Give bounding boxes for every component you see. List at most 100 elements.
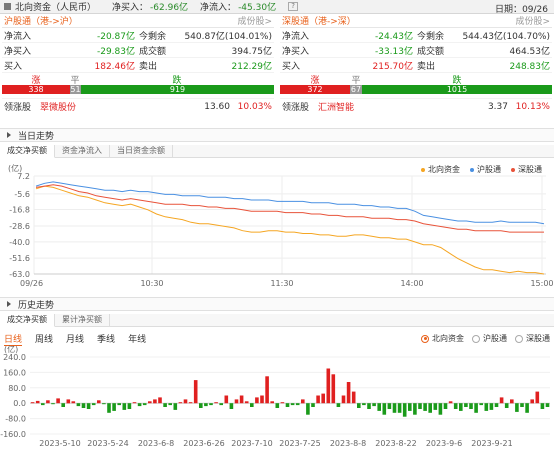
net-buy-label: 净买入： <box>112 3 149 13</box>
y-tick-label: 80.0 <box>8 384 26 393</box>
bar <box>35 400 40 404</box>
summary-bar: 北向资金（人民币） 净买入： -62.96亿 净流入： -45.30亿 ? 日期… <box>0 0 554 15</box>
bar <box>117 403 121 406</box>
y-tick-label: 160.0 <box>3 368 26 377</box>
bar <box>479 403 483 406</box>
bar <box>219 403 223 406</box>
lead-label: 领涨股 <box>282 103 310 113</box>
bar <box>209 403 213 406</box>
y-tick-label: -16.8 <box>9 206 30 215</box>
sz-constituents-link[interactable]: 成份股> <box>515 14 550 27</box>
radio-icon <box>421 334 429 343</box>
bar <box>199 403 203 408</box>
bar <box>504 403 509 408</box>
sz-value: 248.83亿 <box>509 61 551 72</box>
sz-breadth-bar: 372 67 1015 <box>280 85 552 94</box>
bar <box>321 393 325 404</box>
bar <box>122 403 127 410</box>
x-tick-label: 2023-8-22 <box>375 439 416 448</box>
sh-row-2: 买入 182.46亿 卖出 212.29亿 <box>2 58 274 73</box>
tab-net-inflow[interactable]: 资金净流入 <box>55 145 110 158</box>
sz-value: -24.43亿 <box>374 31 413 42</box>
bar <box>193 380 198 404</box>
x-tick-label: 14:00 <box>400 279 423 288</box>
bar <box>331 374 336 404</box>
sh-constituents-link[interactable]: 成份股> <box>237 14 272 27</box>
intraday-tabs: 成交净买额 资金净流入 当日资金余额 <box>0 145 554 158</box>
lead-change: 10.13% <box>515 101 550 112</box>
help-icon[interactable]: ? <box>288 2 299 11</box>
x-tick-label: 2023-6-26 <box>183 439 224 448</box>
sh-panel-title: 沪股通（港->沪） <box>4 17 78 27</box>
lead-name[interactable]: 翠微股份 <box>40 100 110 113</box>
bar <box>484 403 489 411</box>
bar <box>86 403 91 409</box>
bar <box>51 403 55 405</box>
lead-price: 3.37 <box>487 101 508 112</box>
bar <box>234 399 239 404</box>
sz-key: 卖出 <box>417 61 436 72</box>
sh-value: -29.83亿 <box>96 46 135 57</box>
bar <box>173 403 178 410</box>
x-tick-label: 2023-6-8 <box>138 439 174 448</box>
sh-key: 净流入 <box>4 31 32 42</box>
intraday-title: 当日走势 <box>18 131 55 142</box>
tab-net-buy-history[interactable]: 成交净买额 <box>0 314 55 327</box>
series-line <box>35 181 545 225</box>
x-tick-label: 11:30 <box>270 279 293 288</box>
tab-net-buy[interactable]: 成交净买额 <box>0 145 55 158</box>
bar <box>214 402 218 404</box>
bar <box>402 403 407 417</box>
y-tick-label: -80.0 <box>5 415 26 424</box>
y-tick-label: -40.0 <box>9 238 30 247</box>
sh-breadth-labels: 涨 平 跌 <box>2 73 274 86</box>
tab-cumulative[interactable]: 累计净买额 <box>55 314 110 327</box>
bar <box>76 403 81 407</box>
bar <box>443 403 448 409</box>
sz-key: 今剩余 <box>417 31 445 42</box>
bar <box>362 403 366 406</box>
x-tick-label: 09/26 <box>20 279 43 288</box>
sh-value: 182.46亿 <box>94 61 136 72</box>
tab-balance[interactable]: 当日资金余额 <box>110 145 173 158</box>
summary-title: 北向资金（人民币） <box>15 3 97 13</box>
sz-row-0: 净流入 -24.43亿 今剩余 544.43亿(104.70%) <box>280 28 552 43</box>
sh-value: 394.75亿 <box>231 46 273 57</box>
sh-value: 212.29亿 <box>231 61 273 72</box>
bar <box>464 403 468 407</box>
square-icon <box>4 3 11 10</box>
bar <box>428 403 432 413</box>
y-tick-label: -63.0 <box>9 270 30 279</box>
collapse-arrow-icon[interactable] <box>7 132 12 138</box>
sh-row-0: 净流入 -20.87亿 今剩余 540.87亿(104.01%) <box>2 28 274 43</box>
x-tick-label: 2023-5-10 <box>39 439 80 448</box>
net-flow-label: 净流入： <box>200 3 237 13</box>
bar <box>433 403 438 410</box>
sz-value: 544.43亿(104.70%) <box>462 31 550 42</box>
bar <box>142 403 147 406</box>
intraday-section-header[interactable]: 当日走势 <box>0 128 554 142</box>
sz-key: 成交额 <box>417 46 445 57</box>
history-bar-chart: (亿)240.0160.080.00.0-80.0-160.02023-5-10… <box>0 344 550 448</box>
bar <box>224 395 229 404</box>
lead-name[interactable]: 汇洲智能 <box>318 100 388 113</box>
net-buy-value: -62.96亿 <box>150 3 189 13</box>
up-label: 涨 <box>31 76 41 86</box>
bar <box>81 403 86 408</box>
bar <box>295 403 300 406</box>
x-tick-label: 10:30 <box>140 279 163 288</box>
bar <box>107 403 111 413</box>
y-tick-label: -160.0 <box>0 430 26 439</box>
sz-row-2: 买入 215.70亿 卖出 248.83亿 <box>280 58 552 73</box>
bar <box>148 401 152 404</box>
bar <box>494 403 499 407</box>
bar <box>178 402 183 404</box>
bar <box>377 403 381 411</box>
collapse-arrow-icon[interactable] <box>7 301 12 307</box>
x-tick-label: 15:00 <box>530 279 553 288</box>
bar <box>515 403 519 412</box>
x-tick-label: 2023-5-24 <box>87 439 128 448</box>
down-count: 919 <box>81 85 274 94</box>
history-section-header[interactable]: 历史走势 <box>0 297 554 311</box>
bar <box>351 391 356 404</box>
